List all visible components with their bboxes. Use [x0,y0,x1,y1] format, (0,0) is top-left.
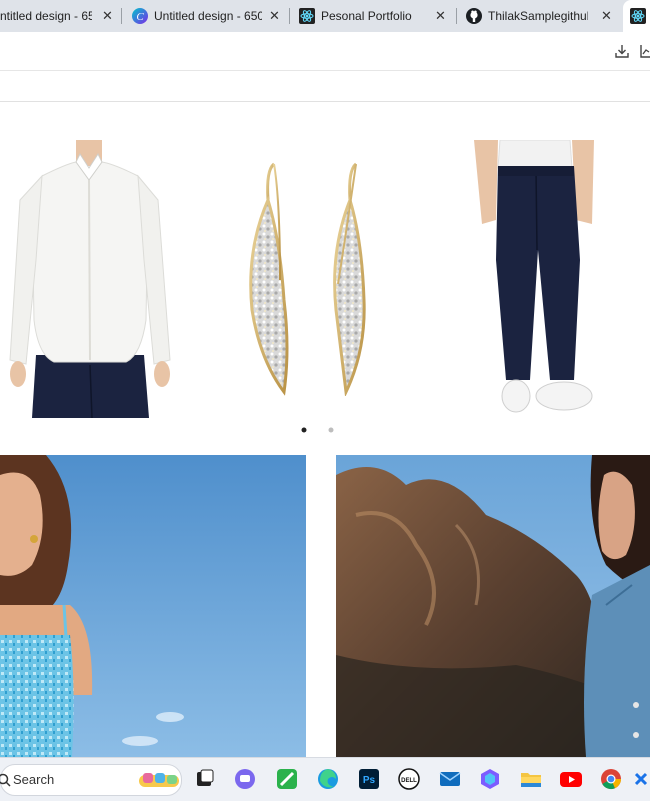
search-icon [0,773,11,787]
browser-tab-strip: ntitled design - 650 ✕ C Untitled design… [0,0,650,32]
mail-icon[interactable] [436,765,464,793]
tab-title: Untitled design - 650 [154,9,262,23]
taskbar-search[interactable]: Search [0,764,182,796]
react-icon [630,8,646,24]
whiteboard-icon[interactable] [273,765,301,793]
taskbar-search-label: Search [13,772,55,787]
white-shirt-image[interactable] [6,140,172,418]
tab-separator [456,8,457,24]
dell-icon[interactable]: DELL [395,765,423,793]
carousel-dots [301,427,334,433]
file-explorer-icon[interactable] [190,765,218,793]
site-header [0,71,650,102]
search-highlight-icon [139,773,179,787]
banner-image [336,455,650,757]
tab-separator [289,8,290,24]
navy-pants-image[interactable] [470,140,602,418]
close-icon[interactable]: ✕ [269,8,280,24]
folder-icon[interactable] [517,765,545,793]
banner-image [0,455,306,757]
tab-title: ntitled design - 650 [0,9,92,23]
youtube-icon[interactable] [557,765,585,793]
close-icon[interactable]: ✕ [601,8,612,24]
woman-denim-jacket-desert-banner[interactable] [336,455,650,757]
svg-text:Ps: Ps [363,775,376,786]
chart-icon[interactable] [640,43,650,59]
github-icon [466,8,482,24]
svg-text:C: C [136,11,144,23]
edge-icon[interactable] [314,765,342,793]
close-icon[interactable]: ✕ [435,8,446,24]
tab-title: Pesonal Portfolio [321,9,412,23]
download-icon[interactable] [614,43,630,59]
browser-toolbar [0,32,650,71]
svg-text:DELL: DELL [401,778,417,784]
tab-personal-portfolio[interactable]: Pesonal Portfolio ✕ [291,0,454,32]
app-icon[interactable] [634,765,650,793]
tab-separator [121,8,122,24]
woman-blue-sequin-top-banner[interactable] [0,455,306,757]
photoshop-icon[interactable]: Ps [355,765,383,793]
react-icon [299,8,315,24]
tab-untitled-design-1[interactable]: ntitled design - 650 ✕ [0,0,120,32]
gold-crystal-earrings-image[interactable] [238,160,386,396]
carousel-dot[interactable] [328,427,334,433]
teams-chat-icon[interactable] [231,765,259,793]
tab-untitled-design-2[interactable]: C Untitled design - 650 ✕ [124,0,287,32]
taskbar: Search Ps DELL [0,757,650,801]
carousel-dot-active[interactable] [301,427,307,433]
canva-icon: C [132,8,148,24]
copilot-icon[interactable] [476,765,504,793]
tab-title: ThilakSamplegithub/ [488,9,588,23]
close-icon[interactable]: ✕ [102,8,113,24]
chrome-icon[interactable] [597,765,625,793]
tab-active[interactable] [623,0,650,32]
tab-github[interactable]: ThilakSamplegithub/ ✕ [458,0,621,32]
